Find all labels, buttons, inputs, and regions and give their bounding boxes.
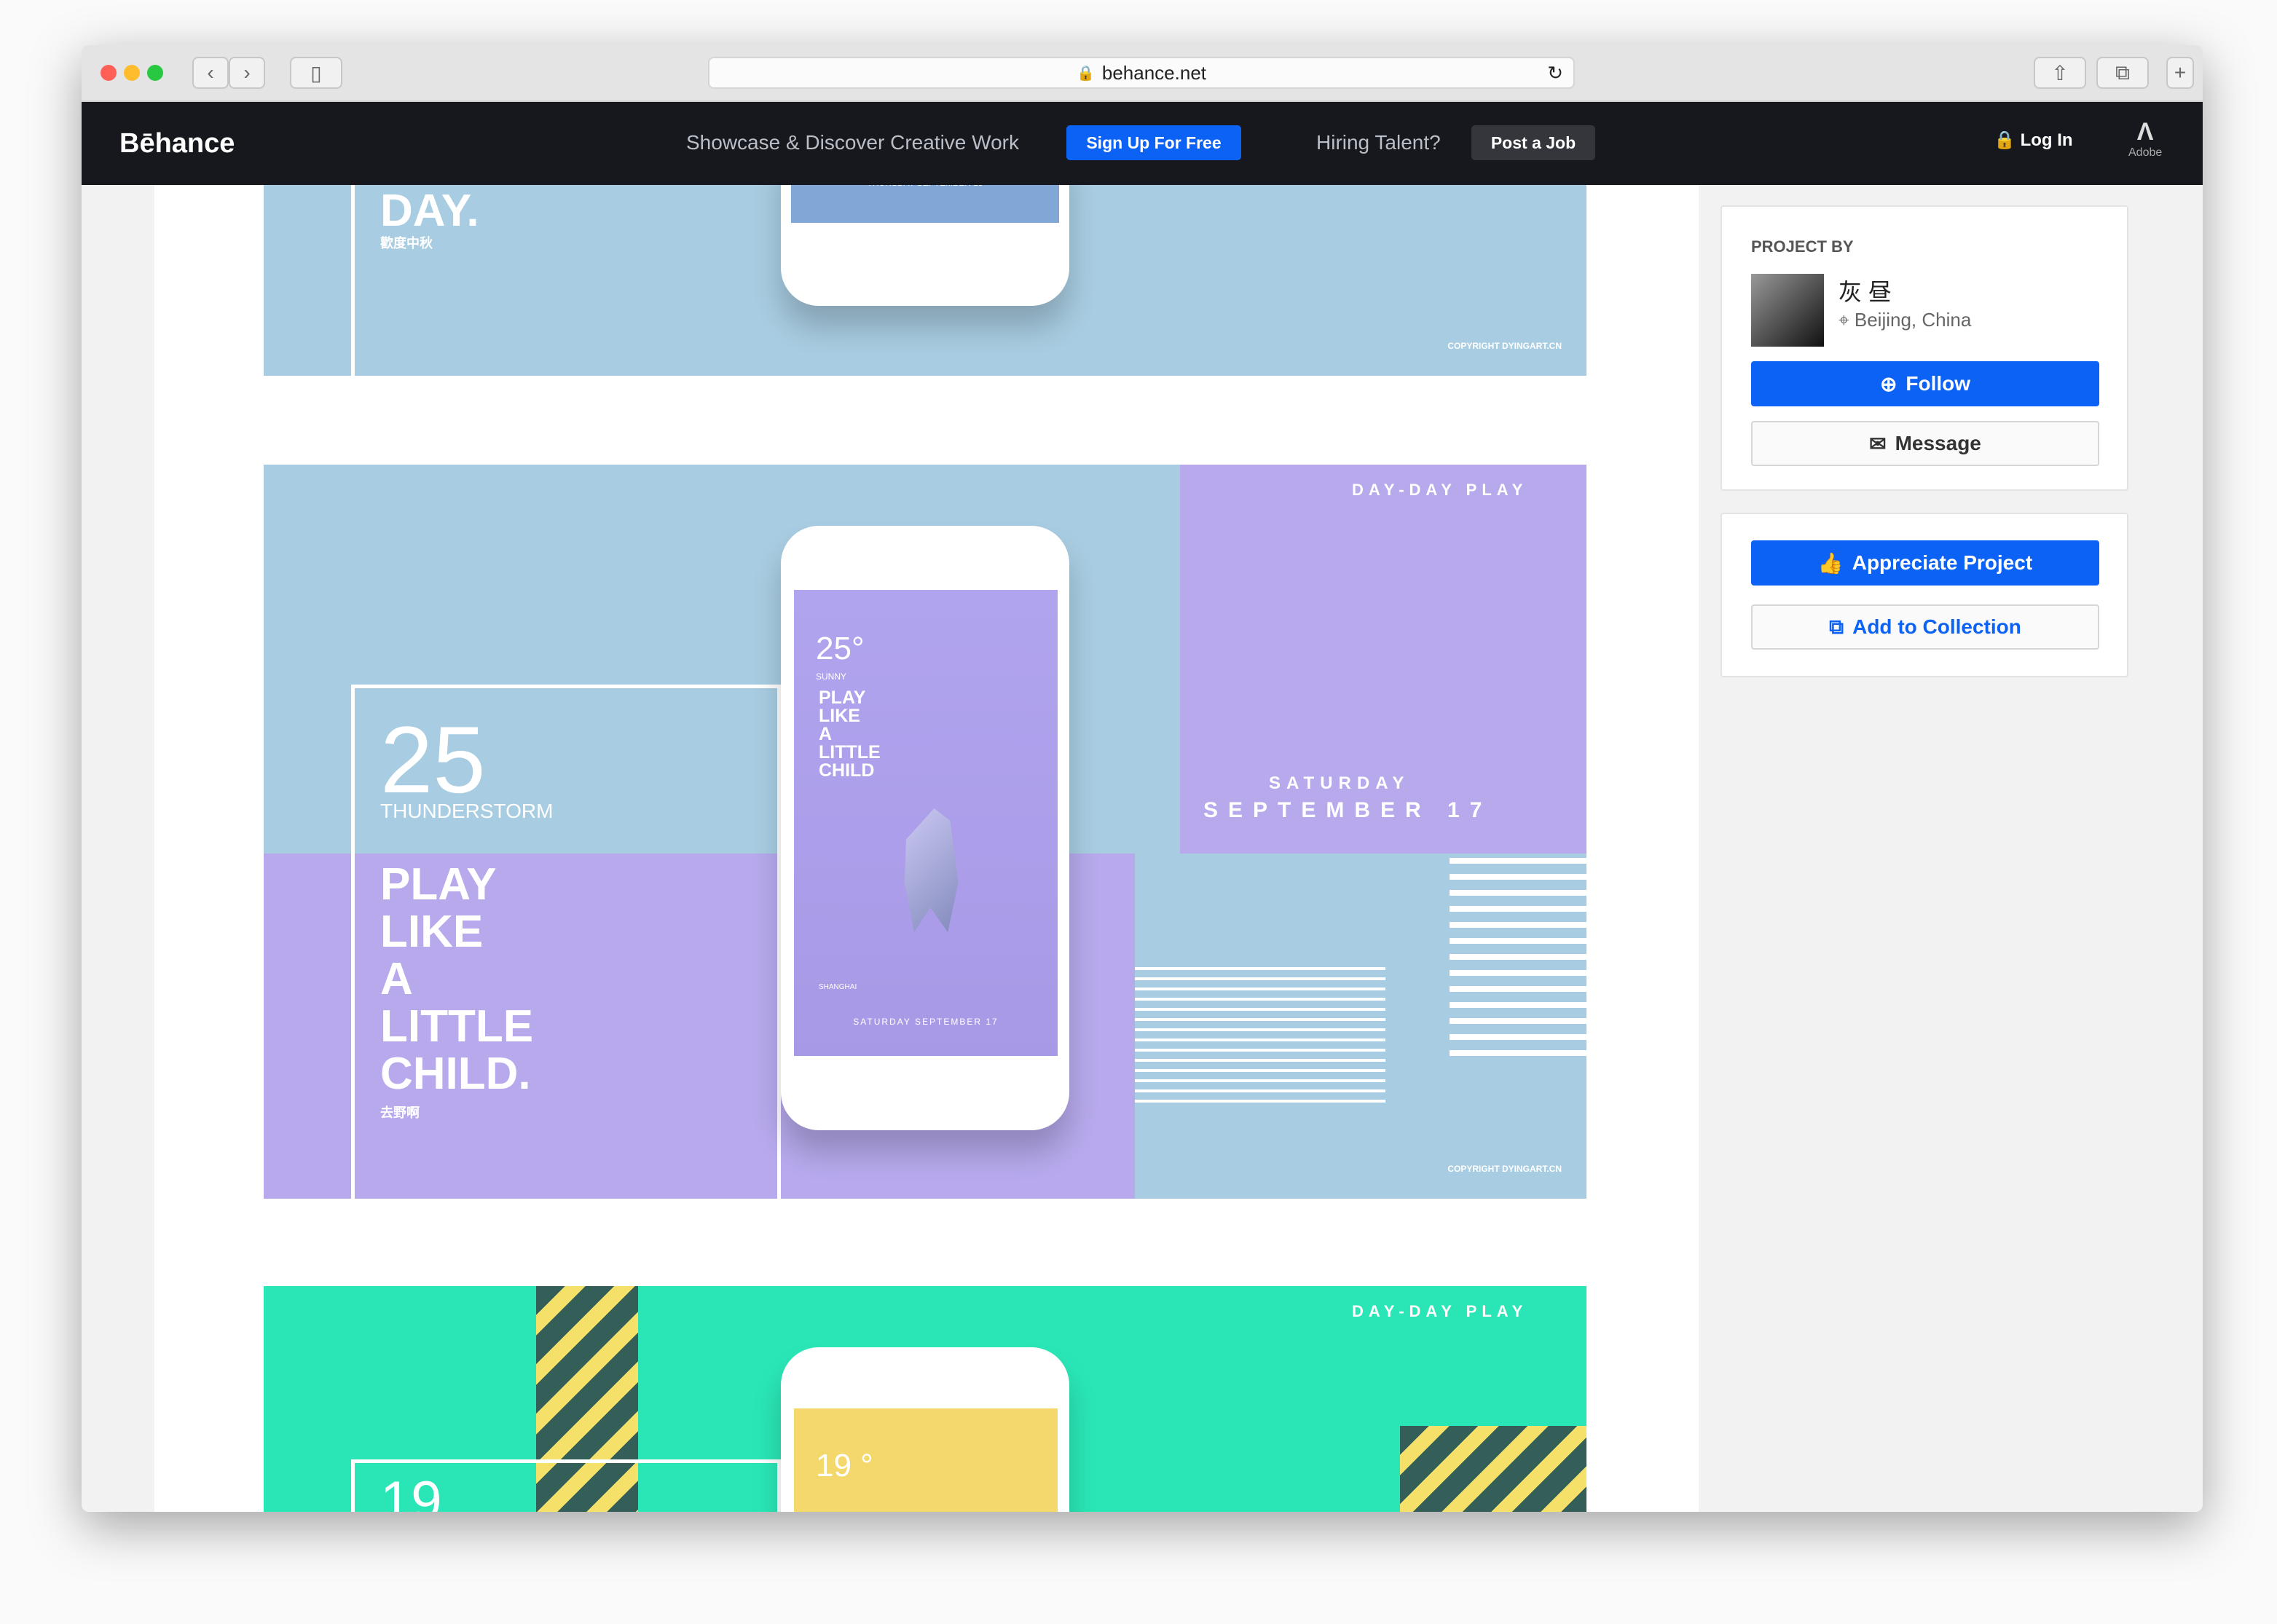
tabs-icon[interactable]: ⧉ — [2096, 57, 2149, 89]
temperature: 19 — [380, 1470, 442, 1512]
page-content: DAY. 歡度中秋 THURSDAY SEPTEMBER 15 COPYRIGH… — [82, 185, 2203, 1512]
reload-icon[interactable]: ↻ — [1547, 62, 1563, 84]
project-by-label: PROJECT BY — [1751, 237, 1854, 256]
add-to-collection-button[interactable]: ⧉ Add to Collection — [1751, 604, 2099, 650]
artwork-middle: 25 THUNDERSTORM PLAY LIKE A LITTLE CHILD. 去野… — [264, 465, 1586, 1199]
phone-date: THURSDAY SEPTEMBER 15 — [791, 185, 1059, 223]
maximize-window-icon[interactable] — [147, 65, 163, 81]
back-icon[interactable]: ‹ — [192, 57, 229, 89]
location-pin-icon: ⌖ — [1838, 309, 1855, 331]
day-title: DAY. — [380, 186, 479, 236]
phone-mockup: 25° SUNNY PLAY LIKE A LITTLE CHILD SHANGHAI … — [781, 526, 1069, 1130]
temperature: 25 — [380, 706, 486, 813]
phone-city: SHANGHAI — [819, 983, 857, 991]
adobe-icon: Λ — [2136, 118, 2154, 146]
appreciate-button[interactable]: 👍 Appreciate Project — [1751, 540, 2099, 586]
avatar[interactable] — [1751, 274, 1824, 347]
brand-text: DAY-DAY PLAY — [1352, 1302, 1528, 1320]
minimize-window-icon[interactable] — [124, 65, 140, 81]
slogan: PLAY LIKE A LITTLE CHILD. — [380, 859, 534, 1099]
new-tab-icon[interactable]: + — [2166, 57, 2194, 89]
phone-slogan: PLAY LIKE A LITTLE CHILD — [819, 687, 881, 781]
browser-toolbar: ‹ › ▯ 🔒 behance.net ↻ ⇧ ⧉ + — [82, 45, 2203, 102]
close-window-icon[interactable] — [101, 65, 117, 81]
post-job-button[interactable]: Post a Job — [1471, 125, 1595, 160]
phone-weather: SUNNY — [816, 671, 847, 682]
lock-icon: 🔒 — [1076, 65, 1095, 82]
signup-button[interactable]: Sign Up For Free — [1066, 125, 1241, 160]
project-owner-card: PROJECT BY 灰 昼 ⌖ Beijing, China ⊕ Follow … — [1720, 205, 2128, 491]
site-header: Bēhance Showcase & Discover Creative Wor… — [82, 102, 2203, 185]
hiring-text: Hiring Talent? — [1316, 131, 1441, 154]
weekday-text: SATURDAY — [1269, 773, 1410, 793]
login-link[interactable]: 🔒 Log In — [1994, 130, 2073, 151]
lock-icon: 🔒 — [1994, 130, 2021, 150]
share-icon[interactable]: ⇧ — [2034, 57, 2086, 89]
collection-icon: ⧉ — [1829, 615, 1844, 638]
browser-window: ‹ › ▯ 🔒 behance.net ↻ ⇧ ⧉ + Bēhance Showca… — [82, 45, 2203, 1512]
sidebar-icon[interactable]: ▯ — [290, 57, 342, 89]
message-button[interactable]: ✉ Message — [1751, 421, 2099, 466]
behance-logo[interactable]: Bēhance — [119, 128, 235, 159]
tagline: Showcase & Discover Creative Work — [686, 131, 1019, 154]
envelope-icon: ✉ — [1869, 432, 1887, 455]
brand-text: DAY-DAY PLAY — [1352, 481, 1528, 499]
phone-date: SATURDAY SEPTEMBER 17 — [853, 1017, 999, 1027]
url-text: behance.net — [1101, 61, 1207, 84]
plus-icon: ⊕ — [1879, 372, 1898, 395]
copyright-text: COPYRIGHT DYINGART.CN — [1447, 1164, 1562, 1174]
artwork-top: DAY. 歡度中秋 THURSDAY SEPTEMBER 15 COPYRIGH… — [264, 185, 1586, 376]
project-main-column: DAY. 歡度中秋 THURSDAY SEPTEMBER 15 COPYRIGH… — [154, 185, 1699, 1512]
project-actions-card: 👍 Appreciate Project ⧉ Add to Collection — [1720, 513, 2128, 677]
owner-name[interactable]: 灰 昼 — [1838, 274, 1892, 307]
follow-button[interactable]: ⊕ Follow — [1751, 361, 2099, 406]
date-text: SEPTEMBER 17 — [1203, 798, 1493, 822]
adobe-logo[interactable]: Λ Adobe — [2128, 118, 2162, 159]
chinese-subtext: 去野啊 — [380, 1105, 420, 1120]
phone-temperature: 19 ° — [816, 1448, 873, 1483]
address-bar[interactable]: 🔒 behance.net ↻ — [708, 57, 1575, 89]
chinese-text: 歡度中秋 — [380, 236, 433, 251]
artwork-bottom: 19 DAY-DAY PLAY 19 ° — [264, 1286, 1586, 1512]
phone-mockup: 19 ° — [781, 1347, 1069, 1512]
phone-temperature: 25° — [816, 631, 865, 666]
owner-location: ⌖ Beijing, China — [1838, 309, 1972, 331]
thumbs-up-icon: 👍 — [1817, 551, 1844, 575]
weather-text: THUNDERSTORM — [380, 800, 554, 822]
phone-mockup: THURSDAY SEPTEMBER 15 — [781, 185, 1069, 306]
forward-icon[interactable]: › — [229, 57, 265, 89]
copyright-text: COPYRIGHT DYINGART.CN — [1447, 341, 1562, 351]
